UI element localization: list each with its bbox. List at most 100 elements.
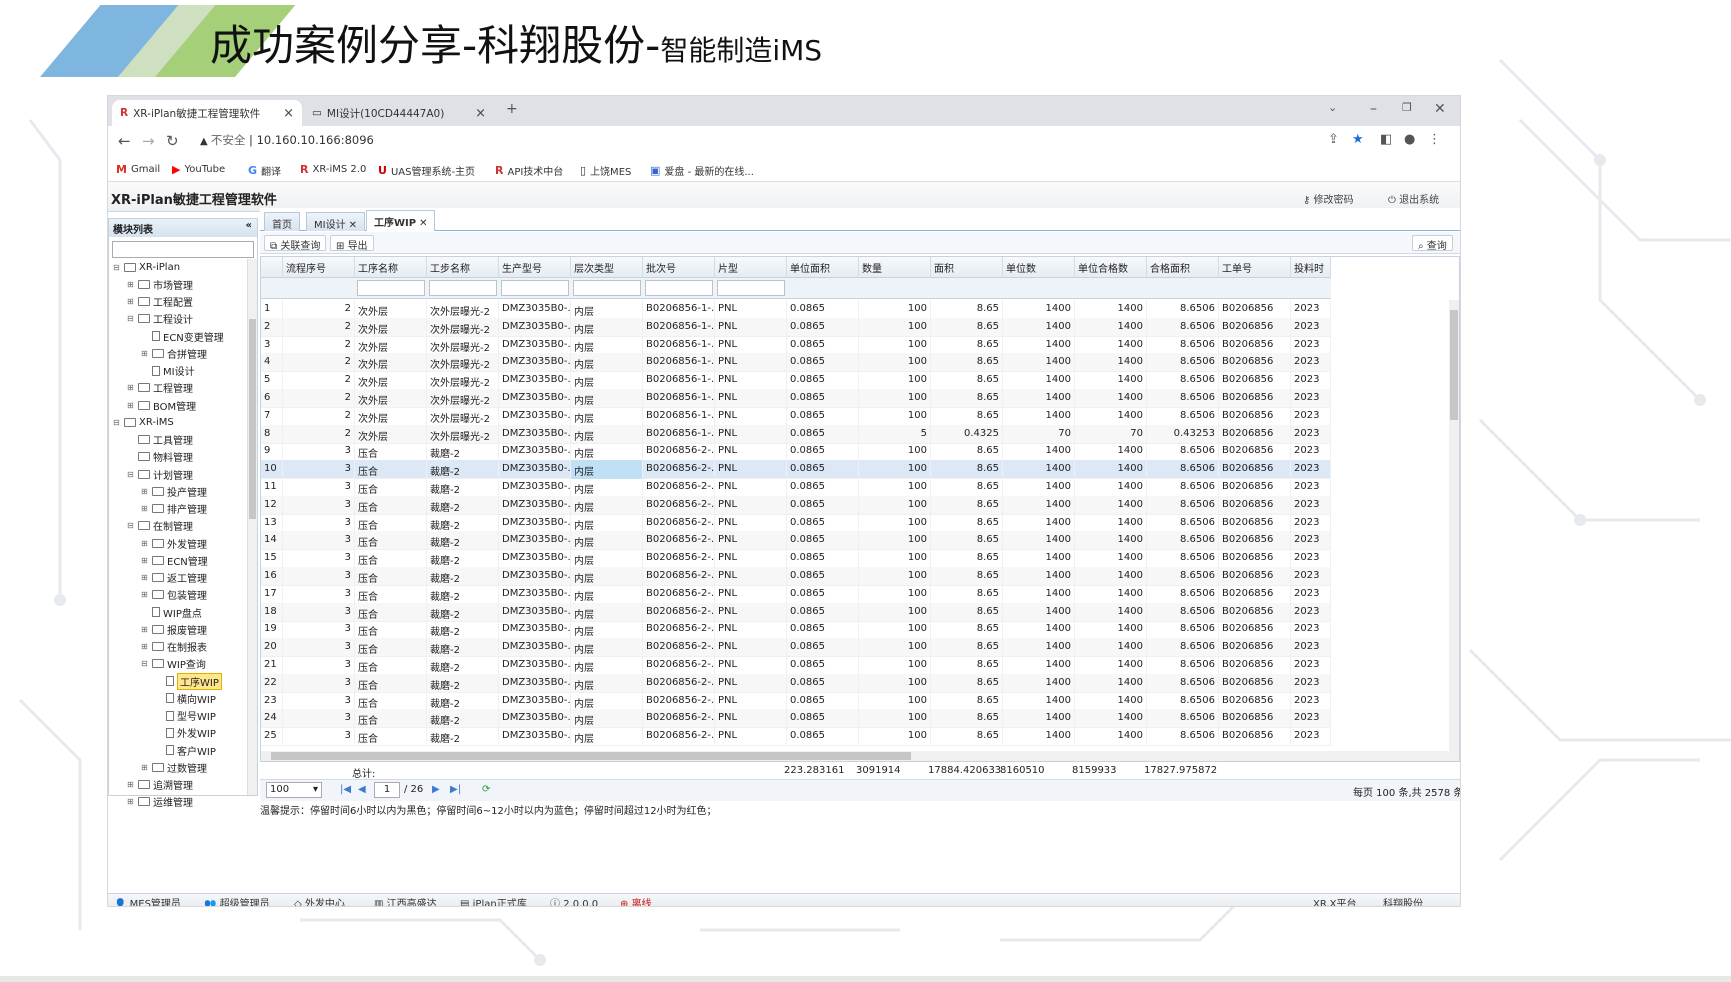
column-header[interactable]: 流程序号 (283, 257, 355, 278)
table-cell[interactable]: 内层 (571, 531, 643, 551)
refresh-icon[interactable]: ⟳ (482, 784, 490, 795)
table-cell[interactable]: 2023 (1291, 620, 1331, 640)
expand-node-icon[interactable]: ⊞ (141, 539, 149, 548)
column-header[interactable]: 单位面积 (787, 257, 859, 278)
table-cell[interactable]: 0.0865 (787, 513, 859, 533)
tree-node[interactable]: 工具管理 (127, 432, 193, 448)
table-cell[interactable]: 8.65 (931, 495, 1003, 515)
table-cell[interactable]: 17 (261, 584, 283, 604)
column-header[interactable]: 批次号 (643, 257, 715, 278)
table-row[interactable]: 15 3 压合 裁磨-2 DMZ3035B0-... 内层 B0206856-2-... PN… (261, 549, 1331, 569)
table-cell[interactable]: B0206856 (1219, 673, 1291, 693)
table-row[interactable]: 22 3 压合 裁磨-2 DMZ3035B0-... 内层 B0206856-2-... PN… (261, 673, 1331, 693)
table-cell[interactable]: 压合 (355, 620, 427, 640)
table-row[interactable]: 11 3 压合 裁磨-2 DMZ3035B0-... 内层 B0206856-2-... PN… (261, 478, 1331, 497)
table-cell[interactable]: PNL (715, 478, 787, 497)
table-cell[interactable]: 内层 (571, 389, 643, 408)
table-cell[interactable]: 0.0865 (787, 727, 859, 747)
table-cell[interactable]: 3 (283, 531, 355, 551)
expand-node-icon[interactable]: ⊞ (127, 797, 135, 806)
table-row[interactable]: 4 2 次外层 次外层曝光-2 DMZ3035B0-... 内层 B0206856-1-..… (261, 353, 1331, 373)
table-cell[interactable]: PNL (715, 424, 787, 444)
table-cell[interactable]: 3 (283, 495, 355, 515)
table-cell[interactable]: 3 (283, 460, 355, 480)
table-cell[interactable]: 100 (859, 353, 931, 373)
table-cell[interactable]: 内层 (571, 495, 643, 515)
table-cell[interactable]: 8.65 (931, 335, 1003, 355)
table-cell[interactable]: 裁磨-2 (427, 460, 499, 480)
tree-node[interactable]: ⊞ ECN管理 (141, 552, 208, 568)
table-cell[interactable]: 100 (859, 620, 931, 640)
table-row[interactable]: 8 2 次外层 次外层曝光-2 DMZ3035B0-... 内层 B0206856-1-..… (261, 424, 1331, 444)
table-cell[interactable]: B0206856-2-... (643, 602, 715, 622)
expand-node-icon[interactable]: ⊞ (141, 763, 149, 772)
tree-node[interactable]: ⊞ 运维管理 (127, 794, 193, 810)
table-cell[interactable]: 8.6506 (1147, 389, 1219, 408)
table-cell[interactable]: 压合 (355, 549, 427, 569)
table-row[interactable]: 16 3 压合 裁磨-2 DMZ3035B0-... 内层 B0206856-2-... PN… (261, 567, 1331, 586)
table-cell[interactable]: 1400 (1075, 478, 1147, 497)
table-cell[interactable]: 8.65 (931, 406, 1003, 426)
column-header[interactable]: 合格面积 (1147, 257, 1219, 278)
table-cell[interactable]: PNL (715, 620, 787, 640)
table-cell[interactable]: B0206856 (1219, 460, 1291, 480)
table-cell[interactable]: 内层 (571, 727, 643, 747)
table-cell[interactable]: 裁磨-2 (427, 567, 499, 586)
table-cell[interactable]: 100 (859, 673, 931, 693)
table-cell[interactable]: 内层 (571, 353, 643, 373)
table-cell[interactable]: 8 (261, 424, 283, 444)
table-cell[interactable]: 1400 (1003, 495, 1075, 515)
app-tab[interactable]: 首页 (264, 212, 300, 231)
table-cell[interactable]: DMZ3035B0-... (499, 478, 571, 497)
table-cell[interactable]: B0206856 (1219, 584, 1291, 604)
table-cell[interactable]: 0.0865 (787, 656, 859, 675)
tree-node[interactable]: ⊟ 工程设计 (127, 311, 193, 327)
table-cell[interactable]: 8.6506 (1147, 727, 1219, 747)
collapse-node-icon[interactable]: ⊟ (113, 263, 121, 272)
minimize-button[interactable]: – (1370, 101, 1377, 117)
table-cell[interactable]: 5 (261, 371, 283, 391)
table-cell[interactable]: 内层 (571, 335, 643, 355)
table-cell[interactable]: 0.0865 (787, 442, 859, 462)
table-cell[interactable]: 1400 (1075, 513, 1147, 533)
profile-icon[interactable]: ● (1404, 132, 1415, 147)
table-cell[interactable]: 3 (283, 656, 355, 675)
table-cell[interactable]: 2023 (1291, 602, 1331, 622)
table-cell[interactable]: 次外层曝光-2 (427, 335, 499, 355)
table-cell[interactable]: 内层 (571, 620, 643, 640)
table-cell[interactable]: 0.0865 (787, 317, 859, 337)
table-cell[interactable]: DMZ3035B0-... (499, 549, 571, 569)
table-cell[interactable]: 100 (859, 495, 931, 515)
table-cell[interactable]: 20 (261, 638, 283, 658)
tree-node[interactable]: ⊞ 过数管理 (141, 759, 207, 775)
table-cell[interactable]: 内层 (571, 567, 643, 586)
table-cell[interactable]: 1400 (1003, 353, 1075, 373)
table-cell[interactable]: 8.65 (931, 656, 1003, 675)
tree-node[interactable]: ⊞ 在制报表 (141, 639, 207, 655)
table-cell[interactable]: 100 (859, 389, 931, 408)
table-cell[interactable]: 内层 (571, 513, 643, 533)
table-cell[interactable]: 70 (1075, 424, 1147, 444)
table-cell[interactable]: 2023 (1291, 531, 1331, 551)
expand-node-icon[interactable]: ⊞ (141, 642, 149, 651)
table-row[interactable]: 5 2 次外层 次外层曝光-2 DMZ3035B0-... 内层 B0206856-1-..… (261, 371, 1331, 391)
collapse-node-icon[interactable]: ⊟ (127, 470, 135, 479)
table-cell[interactable]: DMZ3035B0-... (499, 317, 571, 337)
column-header[interactable]: 工序名称 (355, 257, 427, 278)
page-size-select[interactable]: 100 ▾ (266, 782, 322, 798)
table-cell[interactable]: 100 (859, 727, 931, 747)
table-cell[interactable]: 8.65 (931, 602, 1003, 622)
table-cell[interactable]: 24 (261, 709, 283, 729)
table-cell[interactable]: 13 (261, 513, 283, 533)
table-cell[interactable]: 1400 (1075, 620, 1147, 640)
table-cell[interactable]: 2023 (1291, 389, 1331, 408)
table-cell[interactable]: DMZ3035B0-... (499, 389, 571, 408)
table-cell[interactable]: 裁磨-2 (427, 602, 499, 622)
table-cell[interactable]: 18 (261, 602, 283, 622)
table-cell[interactable]: 8.65 (931, 691, 1003, 711)
table-cell[interactable]: 3 (283, 673, 355, 693)
grid-horizontal-scrollbar[interactable] (261, 751, 1459, 761)
table-cell[interactable]: B0206856 (1219, 727, 1291, 747)
table-cell[interactable]: PNL (715, 549, 787, 569)
table-cell[interactable]: PNL (715, 513, 787, 533)
